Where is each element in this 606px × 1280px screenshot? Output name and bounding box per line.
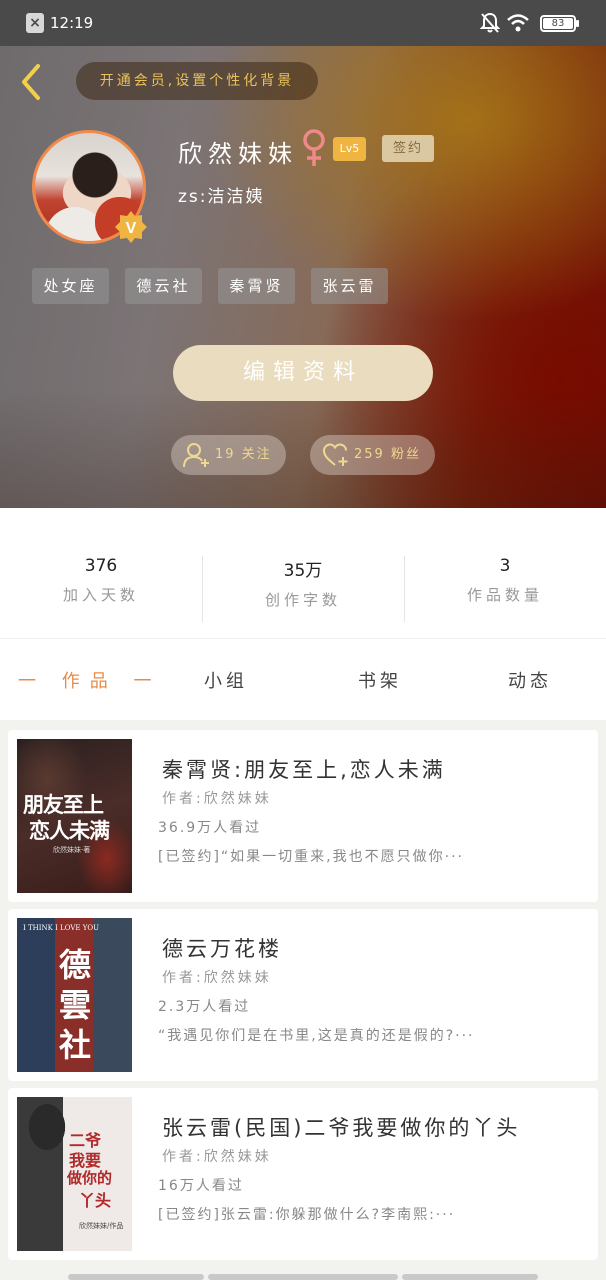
mute-bell-icon bbox=[480, 12, 500, 33]
edit-profile-button[interactable]: 编辑资料 bbox=[173, 345, 433, 401]
female-gender-icon bbox=[303, 129, 325, 166]
profile-tag[interactable]: 德云社 bbox=[125, 268, 202, 304]
stat-works: 3 作品数量 bbox=[466, 556, 543, 604]
stat-words: 35万 创作字数 bbox=[264, 561, 341, 609]
book-title[interactable]: 张云雷(民国)二爷我要做你的丫头 bbox=[162, 1112, 520, 1142]
status-time: 12:19 bbox=[50, 14, 94, 32]
tab-works[interactable]: 一 作品 一 bbox=[18, 667, 161, 693]
verified-v-badge-icon: V bbox=[115, 211, 147, 243]
nav-gesture-bar bbox=[68, 1274, 204, 1280]
book-views: 36.9万人看过 bbox=[158, 820, 262, 836]
heart-add-icon bbox=[322, 443, 348, 466]
user-name: 欣然妹妹 bbox=[178, 140, 298, 168]
profile-tag[interactable]: 秦霄贤 bbox=[218, 268, 295, 304]
profile-tabs: 一 作品 一 小组 书架 动态 bbox=[0, 638, 606, 720]
book-description: “我遇见你们是在书里,这是真的还是假的?··· bbox=[158, 1028, 475, 1044]
nav-gesture-bar bbox=[208, 1274, 398, 1280]
book-title[interactable]: 德云万花楼 bbox=[162, 933, 282, 963]
book-author: 作者:欣然妹妹 bbox=[162, 970, 272, 986]
book-cover[interactable]: I THINK I LOVE YOU 德 雲 社 bbox=[17, 918, 132, 1072]
book-card[interactable]: I THINK I LOVE YOU 德 雲 社 德云万花楼 作者:欣然妹妹 2… bbox=[8, 909, 598, 1081]
tab-bookshelf[interactable]: 书架 bbox=[358, 667, 402, 693]
book-author: 作者:欣然妹妹 bbox=[162, 1149, 272, 1165]
level-badge: Lv5 bbox=[333, 137, 366, 161]
following-button[interactable]: 19 关注 bbox=[171, 435, 286, 475]
book-cover[interactable]: 二爷 我要 做你的 丫头 欣然妹妹/作品 bbox=[17, 1097, 132, 1251]
book-description: [已签约]张云雷:你躲那做什么?李南熙:··· bbox=[158, 1207, 456, 1223]
profile-tag[interactable]: 处女座 bbox=[32, 268, 109, 304]
user-subtitle: zs:洁洁姨 bbox=[178, 187, 265, 207]
followers-button[interactable]: 259 粉丝 bbox=[310, 435, 435, 475]
notification-x-icon: × bbox=[26, 13, 44, 33]
nav-gesture-bar bbox=[402, 1274, 538, 1280]
followers-count: 259 粉丝 bbox=[354, 447, 421, 462]
book-card[interactable]: 二爷 我要 做你的 丫头 欣然妹妹/作品 张云雷(民国)二爷我要做你的丫头 作者… bbox=[8, 1088, 598, 1260]
svg-text:V: V bbox=[126, 220, 137, 237]
book-description: [已签约]“如果一切重来,我也不愿只做你··· bbox=[158, 849, 464, 865]
book-author: 作者:欣然妹妹 bbox=[162, 791, 272, 807]
status-bar: × 12:19 83 bbox=[0, 0, 606, 46]
back-arrow-icon[interactable] bbox=[14, 60, 50, 104]
tab-groups[interactable]: 小组 bbox=[204, 667, 248, 693]
book-title[interactable]: 秦霄贤:朋友至上,恋人未满 bbox=[162, 754, 446, 784]
following-count: 19 关注 bbox=[215, 447, 272, 462]
book-card[interactable]: 朋友至上 恋人未满 欣然妹妹·著 秦霄贤:朋友至上,恋人未满 作者:欣然妹妹 3… bbox=[8, 730, 598, 902]
stats-panel: 376 加入天数 35万 创作字数 3 作品数量 bbox=[0, 508, 606, 638]
vip-background-banner[interactable]: 开通会员,设置个性化背景 bbox=[76, 62, 318, 100]
add-user-icon bbox=[183, 443, 209, 468]
tab-activity[interactable]: 动态 bbox=[508, 667, 552, 693]
stat-days: 376 加入天数 bbox=[62, 556, 139, 604]
profile-tag[interactable]: 张云雷 bbox=[311, 268, 388, 304]
book-cover[interactable]: 朋友至上 恋人未满 欣然妹妹·著 bbox=[17, 739, 132, 893]
battery-icon: 83 bbox=[540, 15, 579, 32]
wifi-icon bbox=[507, 14, 529, 32]
signed-badge: 签约 bbox=[382, 135, 434, 162]
book-views: 16万人看过 bbox=[158, 1178, 244, 1194]
book-views: 2.3万人看过 bbox=[158, 999, 251, 1015]
